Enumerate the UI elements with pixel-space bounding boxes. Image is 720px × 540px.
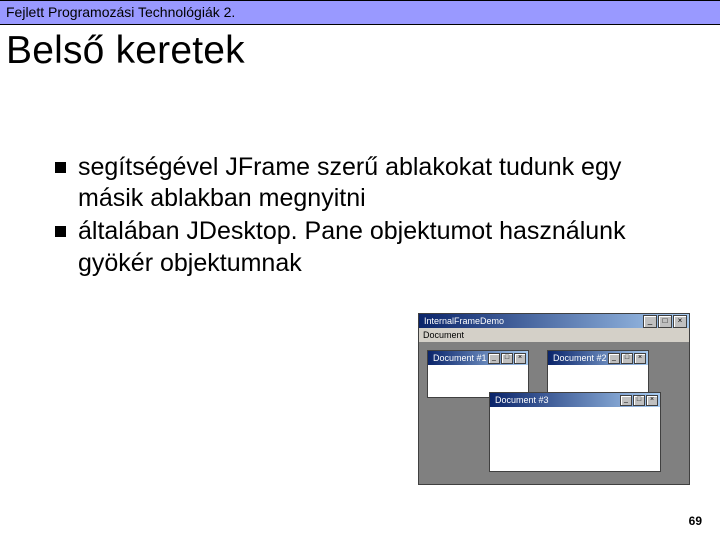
bullet-text: általában JDesktop. Pane objektumot hasz… xyxy=(78,216,690,279)
menu-bar: Document xyxy=(419,328,689,342)
desktop-pane: Document #1 _ □ × Document #2 _ □ × Docu… xyxy=(419,342,689,484)
slide-header-bar: Fejlett Programozási Technológiák 2. xyxy=(0,0,720,25)
iconify-icon: _ xyxy=(608,353,620,364)
maximize-icon: □ xyxy=(501,353,513,364)
close-icon: × xyxy=(514,353,526,364)
demo-screenshot: InternalFrameDemo _ □ × Document Documen… xyxy=(418,313,690,485)
bullet-list: segítségével JFrame szerű ablakokat tudu… xyxy=(55,152,690,279)
internal-frame: Document #3 _ □ × xyxy=(489,392,661,472)
slide-header-text: Fejlett Programozási Technológiák 2. xyxy=(6,4,235,20)
main-window-titlebar: InternalFrameDemo _ □ × xyxy=(419,314,689,328)
bullet-text: segítségével JFrame szerű ablakokat tudu… xyxy=(78,152,690,215)
close-icon: × xyxy=(646,395,658,406)
bullet-square-icon xyxy=(55,162,66,173)
slide: Fejlett Programozási Technológiák 2. Bel… xyxy=(0,0,720,540)
maximize-icon: □ xyxy=(633,395,645,406)
internal-frame-title: Document #2 xyxy=(550,351,607,365)
internal-frame-titlebar: Document #3 _ □ × xyxy=(490,393,660,407)
internal-frame-titlebar: Document #2 _ □ × xyxy=(548,351,648,365)
close-icon: × xyxy=(673,315,687,328)
menu-item-document: Document xyxy=(423,330,464,340)
internal-frame: Document #2 _ □ × xyxy=(547,350,649,398)
internal-frame-title: Document #3 xyxy=(492,393,619,407)
maximize-icon: □ xyxy=(621,353,633,364)
main-window-title: InternalFrameDemo xyxy=(421,314,642,328)
internal-frame-titlebar: Document #1 _ □ × xyxy=(428,351,528,365)
bullet-item: segítségével JFrame szerű ablakokat tudu… xyxy=(55,152,690,215)
iconify-icon: _ xyxy=(620,395,632,406)
page-number: 69 xyxy=(689,514,702,528)
maximize-icon: □ xyxy=(658,315,672,328)
bullet-item: általában JDesktop. Pane objektumot hasz… xyxy=(55,216,690,279)
iconify-icon: _ xyxy=(488,353,500,364)
slide-title: Belső keretek xyxy=(6,31,720,72)
internal-frame-title: Document #1 xyxy=(430,351,487,365)
close-icon: × xyxy=(634,353,646,364)
internal-frame: Document #1 _ □ × xyxy=(427,350,529,398)
minimize-icon: _ xyxy=(643,315,657,328)
bullet-square-icon xyxy=(55,226,66,237)
